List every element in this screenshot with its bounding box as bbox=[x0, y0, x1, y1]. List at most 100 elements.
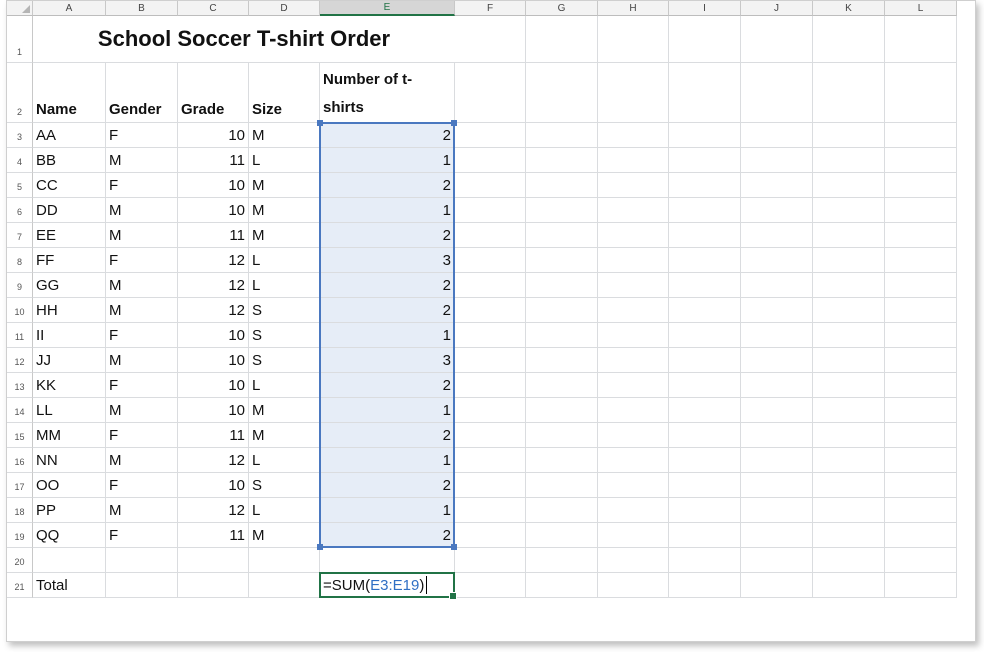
empty-cell[interactable] bbox=[813, 298, 885, 323]
empty-cell[interactable] bbox=[813, 198, 885, 223]
gender-cell[interactable]: M bbox=[106, 448, 178, 473]
name-cell[interactable]: EE bbox=[33, 223, 106, 248]
empty-cell[interactable] bbox=[455, 273, 526, 298]
tshirt-count-cell[interactable]: 2 bbox=[320, 423, 455, 448]
empty-cell[interactable] bbox=[455, 498, 526, 523]
empty-cell[interactable] bbox=[455, 448, 526, 473]
empty-cell[interactable] bbox=[813, 373, 885, 398]
empty-cell[interactable] bbox=[526, 198, 598, 223]
column-header-a[interactable]: A bbox=[33, 1, 106, 16]
grade-cell[interactable]: 10 bbox=[178, 198, 249, 223]
sheet-title[interactable]: School Soccer T-shirt Order bbox=[33, 16, 455, 63]
header-gender[interactable]: Gender bbox=[106, 63, 178, 123]
empty-cell[interactable] bbox=[526, 398, 598, 423]
size-cell[interactable]: M bbox=[249, 223, 320, 248]
empty-cell[interactable] bbox=[669, 298, 741, 323]
column-header-e[interactable]: E bbox=[320, 1, 455, 16]
empty-cell[interactable] bbox=[526, 423, 598, 448]
empty-cell[interactable] bbox=[598, 573, 669, 598]
empty-cell[interactable] bbox=[106, 548, 178, 573]
empty-cell[interactable] bbox=[813, 123, 885, 148]
name-cell[interactable]: JJ bbox=[33, 348, 106, 373]
empty-cell[interactable] bbox=[178, 548, 249, 573]
empty-cell[interactable] bbox=[813, 16, 885, 63]
empty-cell[interactable] bbox=[526, 548, 598, 573]
empty-cell[interactable] bbox=[526, 223, 598, 248]
empty-cell[interactable] bbox=[885, 423, 957, 448]
empty-cell[interactable] bbox=[741, 573, 813, 598]
size-cell[interactable]: S bbox=[249, 473, 320, 498]
grade-cell[interactable]: 12 bbox=[178, 448, 249, 473]
empty-cell[interactable] bbox=[813, 448, 885, 473]
total-label[interactable]: Total bbox=[33, 573, 106, 598]
empty-cell[interactable] bbox=[526, 473, 598, 498]
empty-cell[interactable] bbox=[455, 548, 526, 573]
row-header-19[interactable]: 19 bbox=[7, 523, 33, 548]
tshirt-count-cell[interactable]: 2 bbox=[320, 273, 455, 298]
row-header-15[interactable]: 15 bbox=[7, 423, 33, 448]
empty-cell[interactable] bbox=[741, 298, 813, 323]
empty-cell[interactable] bbox=[526, 323, 598, 348]
empty-cell[interactable] bbox=[455, 16, 526, 63]
empty-cell[interactable] bbox=[885, 448, 957, 473]
empty-cell[interactable] bbox=[526, 273, 598, 298]
empty-cell[interactable] bbox=[526, 298, 598, 323]
tshirt-count-cell[interactable]: 1 bbox=[320, 323, 455, 348]
empty-cell[interactable] bbox=[526, 348, 598, 373]
empty-cell[interactable] bbox=[885, 373, 957, 398]
empty-cell[interactable] bbox=[813, 273, 885, 298]
empty-cell[interactable] bbox=[455, 123, 526, 148]
size-cell[interactable]: M bbox=[249, 173, 320, 198]
row-header-2[interactable]: 2 bbox=[7, 63, 33, 123]
name-cell[interactable]: QQ bbox=[33, 523, 106, 548]
row-header-3[interactable]: 3 bbox=[7, 123, 33, 148]
tshirt-count-cell[interactable]: 3 bbox=[320, 348, 455, 373]
column-header-c[interactable]: C bbox=[178, 1, 249, 16]
empty-cell[interactable] bbox=[885, 16, 957, 63]
empty-cell[interactable] bbox=[669, 373, 741, 398]
empty-cell[interactable] bbox=[741, 398, 813, 423]
empty-cell[interactable] bbox=[33, 548, 106, 573]
column-header-b[interactable]: B bbox=[106, 1, 178, 16]
empty-cell[interactable] bbox=[885, 298, 957, 323]
empty-cell[interactable] bbox=[455, 298, 526, 323]
grade-cell[interactable]: 11 bbox=[178, 523, 249, 548]
empty-cell[interactable] bbox=[813, 523, 885, 548]
empty-cell[interactable] bbox=[813, 323, 885, 348]
empty-cell[interactable] bbox=[885, 323, 957, 348]
grade-cell[interactable]: 10 bbox=[178, 323, 249, 348]
row-header-4[interactable]: 4 bbox=[7, 148, 33, 173]
empty-cell[interactable] bbox=[598, 373, 669, 398]
empty-cell[interactable] bbox=[885, 498, 957, 523]
name-cell[interactable]: BB bbox=[33, 148, 106, 173]
row-header-7[interactable]: 7 bbox=[7, 223, 33, 248]
empty-cell[interactable] bbox=[885, 198, 957, 223]
empty-cell[interactable] bbox=[598, 148, 669, 173]
size-cell[interactable]: M bbox=[249, 423, 320, 448]
column-header-k[interactable]: K bbox=[813, 1, 885, 16]
row-header-14[interactable]: 14 bbox=[7, 398, 33, 423]
gender-cell[interactable]: F bbox=[106, 523, 178, 548]
row-header-17[interactable]: 17 bbox=[7, 473, 33, 498]
empty-cell[interactable] bbox=[669, 573, 741, 598]
empty-cell[interactable] bbox=[526, 373, 598, 398]
column-header-i[interactable]: I bbox=[669, 1, 741, 16]
tshirt-count-cell[interactable]: 1 bbox=[320, 148, 455, 173]
size-cell[interactable]: S bbox=[249, 323, 320, 348]
empty-cell[interactable] bbox=[741, 373, 813, 398]
empty-cell[interactable] bbox=[885, 473, 957, 498]
empty-cell[interactable] bbox=[526, 498, 598, 523]
empty-cell[interactable] bbox=[813, 173, 885, 198]
empty-cell[interactable] bbox=[741, 348, 813, 373]
name-cell[interactable]: II bbox=[33, 323, 106, 348]
name-cell[interactable]: AA bbox=[33, 123, 106, 148]
empty-cell[interactable] bbox=[455, 573, 526, 598]
empty-cell[interactable] bbox=[741, 323, 813, 348]
empty-cell[interactable] bbox=[598, 248, 669, 273]
grade-cell[interactable]: 11 bbox=[178, 223, 249, 248]
column-header-f[interactable]: F bbox=[455, 1, 526, 16]
size-cell[interactable]: L bbox=[249, 148, 320, 173]
gender-cell[interactable]: M bbox=[106, 198, 178, 223]
gender-cell[interactable]: M bbox=[106, 148, 178, 173]
empty-cell[interactable] bbox=[813, 63, 885, 123]
